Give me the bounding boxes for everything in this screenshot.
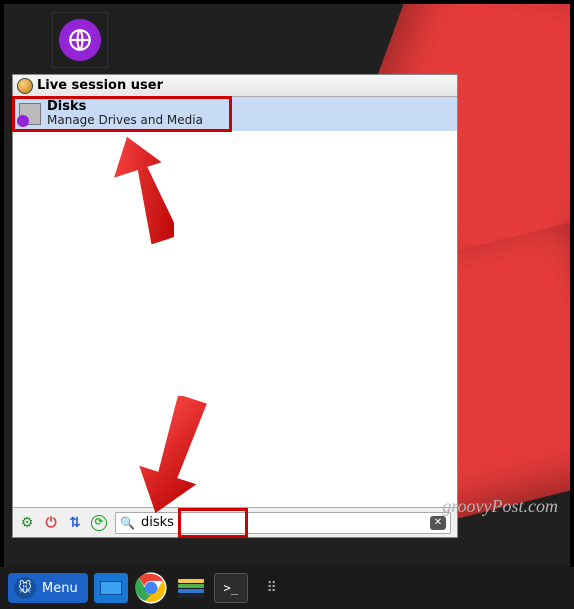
search-icon: 🔍 — [120, 516, 135, 530]
terminal-icon: >_ — [223, 581, 237, 595]
result-item-title: Disks — [47, 100, 203, 114]
gear-badge-icon — [17, 115, 29, 127]
disks-app-icon — [19, 103, 41, 125]
files-icon-stripe-3 — [178, 589, 204, 593]
refresh-icon[interactable]: ⟳ — [91, 515, 107, 531]
menu-title: Live session user — [37, 78, 163, 93]
menu-results-list: Disks Manage Drives and Media — [13, 97, 457, 507]
settings-icon[interactable]: ⚙ — [19, 515, 35, 531]
lock-icon[interactable]: ⏻ — [43, 515, 59, 531]
user-avatar-icon — [17, 78, 33, 94]
files-icon-stripe-4 — [178, 594, 204, 598]
globe-icon — [59, 19, 101, 61]
file-manager-launcher[interactable] — [174, 573, 208, 603]
menu-header: Live session user — [13, 75, 457, 97]
taskbar: 🐭 Menu >_ ⠿ — [0, 567, 574, 609]
search-field-wrapper: 🔍 ✕ — [115, 512, 451, 534]
start-menu-label: Menu — [42, 581, 78, 596]
desktop-launcher-browser[interactable] — [52, 12, 108, 68]
distro-logo-icon: 🐭 — [14, 577, 36, 599]
terminal-launcher[interactable]: >_ — [214, 573, 248, 603]
more-apps-button[interactable]: ⠿ — [254, 573, 288, 603]
files-icon-stripe-1 — [178, 579, 204, 583]
desktop-icon — [100, 581, 122, 595]
clear-search-icon[interactable]: ✕ — [430, 516, 446, 530]
app-menu-window: Live session user Disks Manage Drives an… — [12, 74, 458, 538]
chrome-icon — [134, 571, 168, 605]
search-input[interactable] — [139, 514, 430, 531]
menu-footer: ⚙ ⏻ ⇅ ⟳ 🔍 ✕ — [13, 507, 457, 537]
chrome-launcher[interactable] — [134, 573, 168, 603]
result-item-disks[interactable]: Disks Manage Drives and Media — [13, 97, 457, 131]
start-menu-button[interactable]: 🐭 Menu — [8, 573, 88, 603]
files-icon-stripe-2 — [178, 584, 204, 588]
desktop-area: Live session user Disks Manage Drives an… — [0, 0, 574, 567]
result-item-description: Manage Drives and Media — [47, 114, 203, 127]
sort-icon[interactable]: ⇅ — [67, 515, 83, 531]
show-desktop-button[interactable] — [94, 573, 128, 603]
